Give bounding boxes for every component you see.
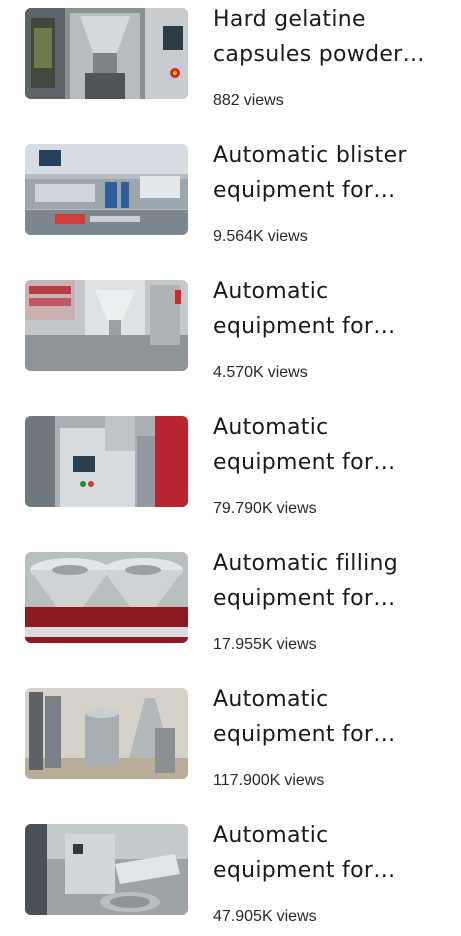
view-count: 882 views <box>213 91 284 111</box>
video-item[interactable]: Automatic equipment for packaging produc… <box>0 408 461 528</box>
view-count-label: views <box>267 228 308 245</box>
view-count-value: 4.570K <box>213 364 264 381</box>
video-thumbnail[interactable] <box>25 688 188 779</box>
video-thumbnail[interactable] <box>25 144 188 235</box>
view-count-value: 17.955K <box>213 636 273 653</box>
video-thumbnail[interactable] <box>25 552 188 643</box>
capsule-filler-thumbnail-icon <box>25 8 188 99</box>
tablet-machine-thumbnail-icon <box>25 824 188 915</box>
view-count: 79.790K views <box>213 499 317 519</box>
view-count-value: 79.790K <box>213 500 273 517</box>
view-count-label: views <box>276 636 317 653</box>
capsule-hopper-thumbnail-icon <box>25 552 188 643</box>
video-thumbnail[interactable] <box>25 416 188 507</box>
video-thumbnail[interactable] <box>25 280 188 371</box>
video-title[interactable]: Hard gelatine capsules powder filling ma… <box>213 2 453 72</box>
video-item[interactable]: Automatic equipment for pharmaceutical p… <box>0 272 461 392</box>
packaging-machine-thumbnail-icon <box>25 416 188 507</box>
view-count-label: views <box>276 908 317 925</box>
view-count: 4.570K views <box>213 363 308 383</box>
filling-line-thumbnail-icon <box>25 280 188 371</box>
video-list: Hard gelatine capsules powder filling ma… <box>0 0 461 928</box>
video-thumbnail[interactable] <box>25 8 188 99</box>
view-count: 47.905K views <box>213 907 317 927</box>
view-count: 17.955K views <box>213 635 317 655</box>
video-item[interactable]: Automatic filling equipment for capsules… <box>0 544 461 664</box>
view-count-value: 882 <box>213 92 240 109</box>
view-count-label: views <box>267 364 308 381</box>
view-count-label: views <box>284 772 325 789</box>
view-count: 117.900K views <box>213 771 324 791</box>
blister-machine-thumbnail-icon <box>25 144 188 235</box>
video-title[interactable]: Automatic blister equipment for pharmace… <box>213 138 453 208</box>
video-item[interactable]: Automatic blister equipment for pharmace… <box>0 136 461 256</box>
view-count-label: views <box>243 92 284 109</box>
video-title[interactable]: Automatic equipment for pharmaceutical p… <box>213 274 453 344</box>
view-count-value: 9.564K <box>213 228 264 245</box>
video-title[interactable]: Automatic equipment for pharmaceutical p… <box>213 818 453 888</box>
video-title[interactable]: Automatic filling equipment for capsules <box>213 546 453 616</box>
video-item[interactable]: Automatic equipment for pharmaceutical p… <box>0 816 461 936</box>
view-count: 9.564K views <box>213 227 308 247</box>
video-item[interactable]: Automatic equipment for pharmaceutical p… <box>0 680 461 800</box>
video-thumbnail[interactable] <box>25 824 188 915</box>
machine-parts-thumbnail-icon <box>25 688 188 779</box>
video-title[interactable]: Automatic equipment for pharmaceutical p… <box>213 682 453 752</box>
view-count-value: 117.900K <box>213 772 281 789</box>
video-item[interactable]: Hard gelatine capsules powder filling ma… <box>0 0 461 120</box>
view-count-value: 47.905K <box>213 908 273 925</box>
video-title[interactable]: Automatic equipment for packaging produc… <box>213 410 453 480</box>
view-count-label: views <box>276 500 317 517</box>
